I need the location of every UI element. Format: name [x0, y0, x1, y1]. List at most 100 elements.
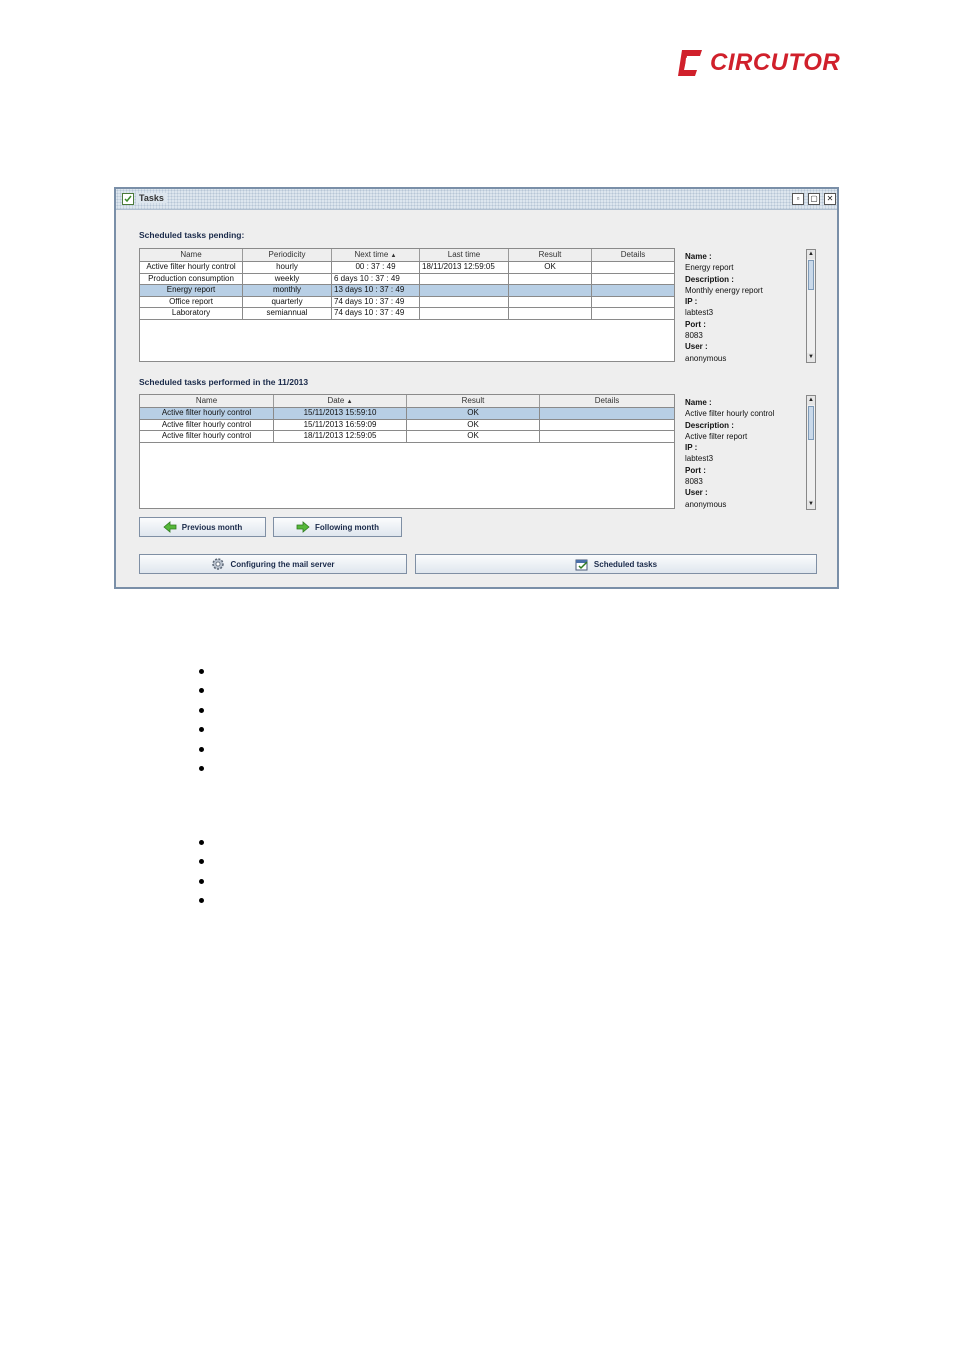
col-date-label: Date	[327, 396, 345, 405]
detail-ip-value: labtest3	[685, 308, 714, 318]
cell: Production consumption	[140, 273, 243, 284]
close-icon[interactable]: ✕	[824, 193, 836, 205]
circutor-logo: CIRCUTOR	[676, 46, 848, 80]
table-row[interactable]: Laboratory semiannual 74 days 10 : 37 : …	[140, 308, 674, 320]
cell: weekly	[243, 273, 332, 284]
following-month-label: Following month	[315, 522, 379, 532]
window-title: Tasks	[136, 193, 167, 203]
col-name[interactable]: Name	[140, 395, 274, 407]
cell: 18/11/2013 12:59:05	[274, 431, 407, 442]
cell	[509, 273, 592, 284]
bullet-icon	[199, 859, 204, 864]
cell	[420, 308, 509, 319]
pending-tasks-table[interactable]: Name Periodicity Next time ▲ Last time R…	[139, 248, 675, 362]
previous-month-button[interactable]: Previous month	[139, 517, 266, 537]
cell: 15/11/2013 16:59:09	[274, 419, 407, 430]
table-row[interactable]: Active filter hourly control 18/11/2013 …	[140, 431, 674, 443]
performed-task-details: Name : Active filter hourly control Desc…	[685, 397, 774, 510]
performed-table-header: Name Date ▲ Result Details	[140, 395, 674, 408]
cell: Active filter hourly control	[140, 419, 274, 430]
cell	[420, 296, 509, 307]
scroll-thumb[interactable]	[808, 260, 814, 290]
following-month-button[interactable]: Following month	[273, 517, 402, 537]
bullet-icon	[199, 766, 204, 771]
table-row-selected[interactable]: Active filter hourly control 15/11/2013 …	[140, 408, 674, 420]
detail-name-value: Energy report	[685, 263, 734, 273]
pending-details-scrollbar[interactable]: ▲ ▼	[806, 249, 816, 363]
table-row-selected[interactable]: Energy report monthly 13 days 10 : 37 : …	[140, 285, 674, 297]
configure-mail-server-button[interactable]: Configuring the mail server	[139, 554, 407, 574]
cell: 74 days 10 : 37 : 49	[332, 308, 420, 319]
cell	[592, 262, 674, 273]
table-row[interactable]: Active filter hourly control hourly 00 :…	[140, 262, 674, 274]
scroll-down-icon[interactable]: ▼	[807, 353, 815, 362]
bullet-icon	[199, 688, 204, 693]
cell: Active filter hourly control	[140, 408, 274, 419]
bullet-icon	[199, 727, 204, 732]
maximize-icon[interactable]: ▢	[808, 193, 820, 205]
detail-description-value: Monthly energy report	[685, 285, 763, 295]
col-date[interactable]: Date ▲	[274, 395, 407, 407]
cell: 18/11/2013 12:59:05	[420, 262, 509, 273]
scroll-down-icon[interactable]: ▼	[807, 500, 815, 509]
detail-description-label: Description :	[685, 420, 734, 430]
col-result[interactable]: Result	[509, 249, 592, 261]
col-name[interactable]: Name	[140, 249, 243, 261]
table-row[interactable]: Office report quarterly 74 days 10 : 37 …	[140, 296, 674, 308]
cell: semiannual	[243, 308, 332, 319]
mail-server-label: Configuring the mail server	[230, 559, 335, 569]
window-titlebar[interactable]: Tasks ▫ ▢ ✕	[116, 189, 837, 210]
cell: 00 : 37 : 49	[332, 262, 420, 273]
col-details[interactable]: Details	[592, 249, 674, 261]
performed-details-scrollbar[interactable]: ▲ ▼	[806, 395, 816, 510]
table-row[interactable]: Production consumption weekly 6 days 10 …	[140, 273, 674, 285]
scheduled-tasks-button[interactable]: Scheduled tasks	[415, 554, 817, 574]
cell: Laboratory	[140, 308, 243, 319]
performed-section-label: Scheduled tasks performed in the 11/2013	[139, 377, 309, 387]
cell: Energy report	[140, 285, 243, 296]
col-result[interactable]: Result	[407, 395, 540, 407]
scheduled-tasks-label: Scheduled tasks	[593, 559, 658, 569]
cell: quarterly	[243, 296, 332, 307]
sort-asc-icon: ▲	[390, 253, 397, 259]
bullet-icon	[199, 708, 204, 713]
col-next-time[interactable]: Next time ▲	[332, 249, 420, 261]
cell	[592, 274, 674, 285]
col-last-time[interactable]: Last time	[420, 249, 509, 261]
detail-user-value: anonymous	[685, 499, 727, 509]
cell	[420, 285, 509, 296]
detail-port-value: 8083	[685, 477, 703, 487]
cell	[592, 308, 674, 319]
detail-port-label: Port :	[685, 465, 706, 475]
sort-asc-icon: ▲	[346, 399, 353, 405]
scroll-thumb[interactable]	[808, 406, 814, 440]
iconify-icon[interactable]: ▫	[792, 193, 804, 205]
table-row[interactable]: Active filter hourly control 15/11/2013 …	[140, 419, 674, 431]
col-periodicity[interactable]: Periodicity	[243, 249, 332, 261]
scroll-up-icon[interactable]: ▲	[807, 250, 815, 259]
cell: hourly	[243, 262, 332, 273]
cell: 74 days 10 : 37 : 49	[332, 296, 420, 307]
cell: OK	[509, 262, 592, 273]
detail-name-label: Name :	[685, 252, 712, 261]
gear-icon	[212, 558, 225, 570]
cell	[540, 420, 674, 431]
cell: monthly	[243, 285, 332, 296]
bullet-icon	[199, 840, 204, 845]
detail-user-value: anonymous	[685, 353, 727, 363]
cell: OK	[407, 408, 540, 419]
detail-name-value: Active filter hourly control	[685, 409, 775, 419]
pending-table-header: Name Periodicity Next time ▲ Last time R…	[140, 249, 674, 262]
tasks-window: Tasks ▫ ▢ ✕ Scheduled tasks pending: Nam…	[114, 187, 839, 589]
scroll-up-icon[interactable]: ▲	[807, 396, 815, 405]
cell	[592, 285, 674, 296]
cell	[509, 296, 592, 307]
col-details[interactable]: Details	[540, 395, 674, 407]
arrow-left-icon	[163, 521, 177, 533]
cell: OK	[407, 431, 540, 442]
performed-tasks-table[interactable]: Name Date ▲ Result Details Active filter…	[139, 394, 675, 509]
detail-ip-value: labtest3	[685, 454, 714, 464]
arrow-right-icon	[296, 521, 310, 533]
bullet-icon	[199, 669, 204, 674]
pending-section-label: Scheduled tasks pending:	[139, 230, 245, 240]
